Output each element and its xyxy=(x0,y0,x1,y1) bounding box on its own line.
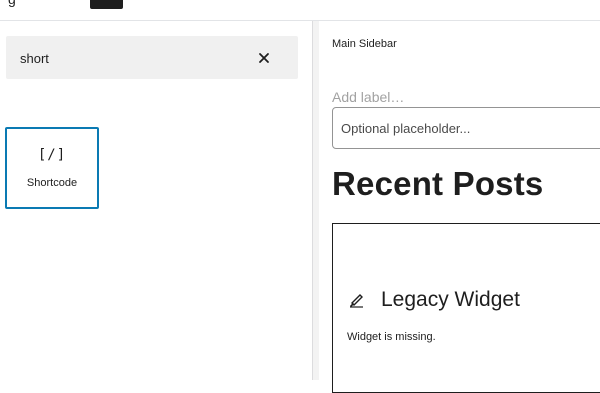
shortcode-icon: [/] xyxy=(37,147,67,163)
toolbar-partial-text: g xyxy=(8,0,16,7)
toolbar-dark-button[interactable] xyxy=(90,0,123,9)
widget-editor-area: Main Sidebar Add label… Recent Posts Leg… xyxy=(319,21,600,393)
legacy-widget-message: Widget is missing. xyxy=(347,331,436,343)
recent-posts-heading[interactable]: Recent Posts xyxy=(332,165,543,203)
search-placeholder-input[interactable] xyxy=(341,119,591,137)
close-icon xyxy=(259,53,269,63)
clear-search-button[interactable] xyxy=(252,46,276,70)
sidebar-title: Main Sidebar xyxy=(332,38,397,50)
block-result-label: Shortcode xyxy=(26,177,78,189)
block-result-shortcode[interactable]: [/] Shortcode xyxy=(5,127,99,209)
brush-icon xyxy=(350,294,363,308)
legacy-widget-title: Legacy Widget xyxy=(381,288,520,311)
search-widget-field xyxy=(332,107,600,149)
search-label-placeholder[interactable]: Add label… xyxy=(332,89,404,105)
block-inserter-panel: [/] Shortcode xyxy=(0,21,312,380)
top-toolbar: g xyxy=(0,0,600,21)
block-search xyxy=(6,36,298,79)
block-search-input[interactable] xyxy=(20,48,240,68)
legacy-widget-block[interactable]: Legacy Widget Widget is missing. xyxy=(332,223,600,393)
